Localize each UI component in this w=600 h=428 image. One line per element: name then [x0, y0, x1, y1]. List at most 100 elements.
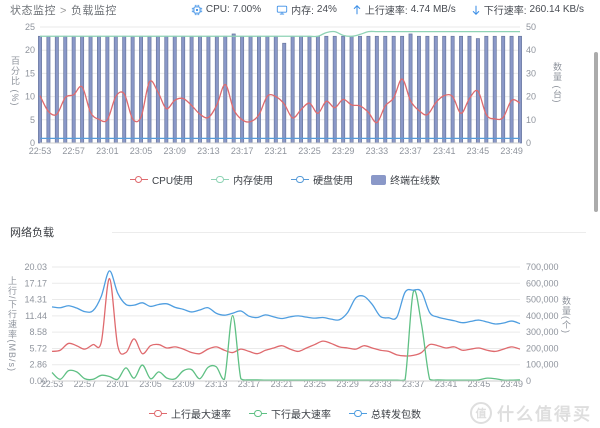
bar-series-point [459, 36, 462, 143]
memory-icon [276, 4, 288, 16]
legend-line-marker [349, 409, 367, 419]
section-divider [112, 232, 586, 233]
legend-item[interactable]: 硬盘使用 [291, 172, 353, 187]
bar-series-point [114, 36, 117, 143]
legend-item[interactable]: 下行最大速率 [249, 406, 331, 421]
right-axis-tick-label: 0 [526, 376, 531, 386]
left-axis-tick-label: 11.44 [25, 311, 47, 321]
left-axis-tick-label: 15 [25, 68, 35, 78]
right-axis-tick-label: 10 [526, 115, 536, 125]
bar-series-point [493, 36, 496, 143]
network-load-chart: 0.002.865.728.5811.4414.3117.1720.030100… [0, 248, 600, 400]
bar-series-point [510, 36, 513, 143]
bar-series-point [333, 36, 336, 143]
legend-item[interactable]: 总转发包数 [349, 406, 421, 421]
cpu-stat: CPU: 7.00% [191, 4, 261, 16]
bar-series-point [182, 36, 185, 143]
bar-series-point [291, 36, 294, 143]
bar-series-point [72, 36, 75, 143]
bar-series-point [384, 36, 387, 143]
bar-series-point [409, 34, 412, 143]
bar-series-point [266, 36, 269, 143]
watermark-text: 什么值得买 [497, 400, 592, 425]
left-axis-tick-label: 8.58 [29, 327, 47, 337]
legend-item[interactable]: 内存使用 [211, 172, 273, 187]
bar-series-point [485, 36, 488, 143]
arrow-down-icon [471, 4, 481, 16]
x-axis-tick-label: 23:09 [163, 146, 186, 156]
right-axis-tick-label: 50 [526, 22, 536, 32]
bar-series-point [451, 36, 454, 143]
left-axis-tick-label: 2.86 [29, 360, 47, 370]
header-stats: CPU: 7.00% 内存: 24% 上行速率: 4.74 MB/s [191, 2, 584, 17]
x-axis-tick-label: 23:01 [96, 146, 119, 156]
line-series [40, 79, 520, 123]
legend-bar-marker [371, 175, 386, 185]
scrollbar-thumb[interactable] [594, 52, 598, 212]
right-axis-tick-label: 500,000 [526, 295, 559, 305]
bar-series-point [139, 36, 142, 143]
uplink-stat-label: 上行速率: [365, 2, 408, 17]
legend-label: CPU使用 [152, 172, 193, 187]
x-axis-tick-label: 23:29 [332, 146, 355, 156]
bar-series-point [257, 36, 260, 143]
memory-stat: 内存: 24% [276, 2, 337, 17]
bar-series-point [417, 36, 420, 143]
line-series [40, 31, 520, 36]
x-axis-tick-label: 23:45 [467, 146, 490, 156]
bar-series-point [443, 36, 446, 143]
legend-label: 下行最大速率 [271, 406, 331, 421]
load-monitor-page: 状态监控 > 负载监控 CPU: 7.00% [0, 0, 600, 428]
right-axis-tick-label: 100,000 [526, 360, 559, 370]
bar-series-point [123, 36, 126, 143]
cpu-icon [191, 4, 203, 16]
bar-series-point [215, 36, 218, 143]
line-series [52, 290, 520, 380]
breadcrumb-current: 负载监控 [71, 5, 117, 17]
right-axis-tick-label: 700,000 [526, 262, 559, 272]
network-load-title: 网络负载 [10, 224, 54, 240]
bar-series-point [89, 36, 92, 143]
memory-stat-label: 内存: [291, 2, 314, 17]
bar-series-point [358, 36, 361, 143]
right-axis-tick-label: 400,000 [526, 311, 559, 321]
legend-item[interactable]: CPU使用 [130, 172, 193, 187]
bar-series-point [375, 36, 378, 143]
legend-item[interactable]: 上行最大速率 [149, 406, 231, 421]
legend-line-marker [130, 175, 148, 185]
bar-series-point [207, 36, 210, 143]
watermark: 值 什么值得买 [470, 400, 592, 425]
bar-series-point [283, 43, 286, 143]
bar-series-point [316, 36, 319, 143]
downlink-stat-value: 260.14 KB/s [530, 4, 584, 15]
breadcrumb-section[interactable]: 状态监控 [10, 5, 56, 17]
bar-series-point [426, 36, 429, 143]
legend-item[interactable]: 终端在线数 [371, 172, 440, 187]
left-axis-tick-label: 5 [30, 115, 35, 125]
bar-series-point [502, 36, 505, 143]
legend-label: 内存使用 [233, 172, 273, 187]
memory-stat-value: 24% [317, 4, 337, 15]
left-axis-tick-label: 25 [25, 22, 35, 32]
bar-series-point [97, 36, 100, 143]
load-chart-legend: CPU使用 内存使用 硬盘使用 终端在线数 [0, 172, 570, 187]
legend-label: 总转发包数 [371, 406, 421, 421]
bar-series-point [342, 36, 345, 143]
left-axis-tick-label: 5.72 [29, 343, 47, 353]
right-axis-tick-label: 30 [526, 68, 536, 78]
right-axis-tick-label: 300,000 [526, 327, 559, 337]
x-axis-tick-label: 23:25 [298, 146, 321, 156]
left-axis-tick-label: 17.17 [24, 278, 47, 288]
x-axis-tick-label: 23:13 [197, 146, 220, 156]
x-axis-tick-label: 23:17 [231, 146, 254, 156]
x-axis-tick-label: 23:49 [500, 146, 523, 156]
arrow-up-icon [352, 4, 362, 16]
left-axis-tick-label: 10 [25, 92, 35, 102]
bar-series-point [367, 36, 370, 143]
breadcrumb[interactable]: 状态监控 > 负载监控 [10, 2, 117, 18]
bar-series-point [232, 34, 235, 143]
x-axis-tick-label: 23:21 [265, 146, 288, 156]
bar-series-point [148, 36, 151, 143]
breadcrumb-separator: > [60, 5, 67, 17]
bar-series-point [165, 36, 168, 143]
